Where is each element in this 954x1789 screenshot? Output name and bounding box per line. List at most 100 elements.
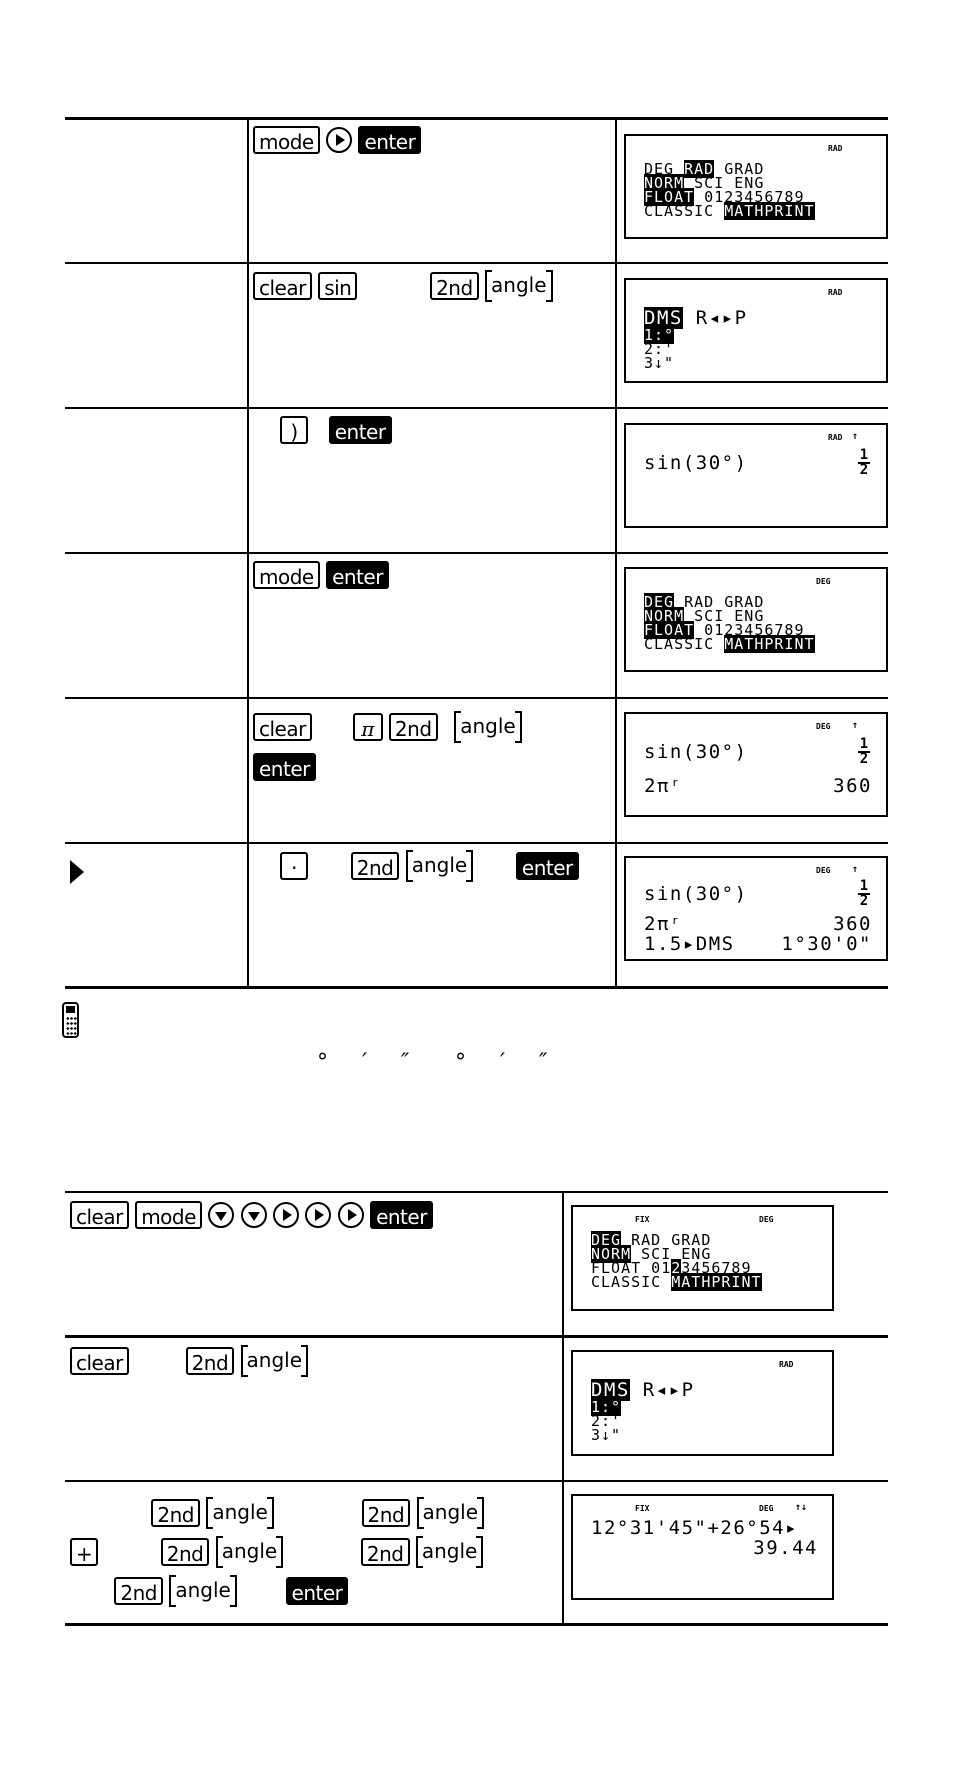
- expression: sin(30°): [644, 741, 748, 763]
- expression: sin(30°): [644, 883, 748, 905]
- result: 360: [833, 775, 872, 797]
- minute-symbol: ′: [362, 1050, 367, 1075]
- enter-key: enter: [253, 752, 316, 781]
- mode-key: mode: [253, 560, 320, 589]
- right-arrow-key-icon: [337, 1201, 364, 1228]
- 2nd-key: 2nd: [151, 1498, 200, 1527]
- enter-key: enter: [358, 125, 422, 154]
- result-fraction: 12: [858, 447, 870, 478]
- 2nd-key: 2nd: [361, 1498, 411, 1527]
- screen-line: CLASSIC MATHPRINT: [644, 202, 815, 220]
- second-symbol: ″: [539, 1050, 548, 1075]
- result-fraction: 12: [858, 878, 870, 909]
- angle-mode-indicator: DEG: [816, 722, 831, 731]
- scroll-up-indicator: ↑: [852, 864, 859, 875]
- mode-key: mode: [253, 125, 320, 154]
- angle-key: angle: [206, 1496, 274, 1529]
- 2nd-key: 2nd: [160, 1537, 210, 1566]
- angle-key: angle: [215, 1535, 284, 1568]
- keystroke-sequence: ) enter: [280, 415, 392, 444]
- calculator-screen: RAD DEG RAD GRAD NORM SCI ENG FLOAT 0123…: [624, 134, 888, 239]
- screen-line: CLASSIC MATHPRINT: [644, 635, 815, 653]
- angle-key: angle: [416, 1496, 485, 1529]
- screen-line: CLASSIC MATHPRINT: [591, 1273, 762, 1291]
- calculator-screen: FIX DEG ↑↓ 12°31'45"+26°54▸ 39.44: [571, 1494, 834, 1600]
- clear-key: clear: [253, 712, 312, 741]
- continued-marker-icon: [70, 860, 84, 884]
- second-symbol: ″: [401, 1050, 410, 1075]
- result: 1°30'0": [781, 933, 872, 955]
- right-arrow-key-icon: [326, 126, 353, 153]
- keystroke-sequence: 2nd angle 2nd angle + 2nd angle 2nd angl…: [70, 1492, 485, 1609]
- enter-key: enter: [370, 1200, 433, 1229]
- 2nd-key: 2nd: [185, 1347, 235, 1375]
- angle-mode-indicator: DEG: [759, 1504, 774, 1513]
- minute-symbol: ′: [500, 1050, 505, 1075]
- mode-key: mode: [135, 1200, 202, 1229]
- result: 39.44: [753, 1537, 818, 1559]
- angle-mode-indicator: RAD: [828, 288, 843, 297]
- expression: sin(30°): [644, 452, 748, 474]
- table-2-top-rule: [65, 1191, 888, 1193]
- angle-key: angle: [169, 1574, 237, 1607]
- angle-key: angle: [240, 1345, 309, 1377]
- enter-key: enter: [328, 415, 392, 444]
- 2nd-key: 2nd: [350, 852, 400, 880]
- scroll-up-indicator: ↑: [852, 720, 859, 731]
- down-arrow-key-icon: [240, 1201, 267, 1228]
- clear-key: clear: [70, 1200, 129, 1229]
- result-fraction: 12: [858, 736, 870, 767]
- expression: 1.5▸DMS: [644, 933, 735, 955]
- close-paren-key: ): [280, 415, 308, 444]
- plus-key: +: [70, 1537, 98, 1566]
- pi-key: π: [352, 712, 383, 741]
- down-arrow-key-icon: [208, 1201, 235, 1228]
- row-divider: [65, 1335, 888, 1338]
- right-arrow-key-icon: [305, 1201, 332, 1228]
- scroll-indicator: ↑↓: [795, 1502, 808, 1513]
- column-divider: [247, 118, 249, 988]
- calculator-screen: DEG ↑ sin(30°) 12 2πʳ 360: [624, 712, 888, 817]
- calculator-screen: DEG DEG RAD GRAD NORM SCI ENG FLOAT 0123…: [624, 567, 888, 672]
- calculator-screen: RAD ↑ sin(30°) 12: [624, 423, 888, 528]
- angle-mode-indicator: DEG: [759, 1215, 774, 1224]
- result: 360: [833, 913, 872, 935]
- degree-symbol: °: [317, 1050, 328, 1075]
- angle-menu-tabs: DMS R◂▸P: [644, 307, 748, 329]
- dms-symbols: ° ′ ″: [455, 1050, 547, 1075]
- keystroke-sequence: clear mode enter: [70, 1200, 433, 1229]
- sin-key: sin: [318, 272, 358, 300]
- keystroke-sequence: · 2nd angle enter: [280, 850, 579, 882]
- angle-key: angle: [485, 270, 553, 302]
- enter-key: enter: [515, 852, 579, 880]
- angle-key: angle: [454, 710, 522, 743]
- calculator-screen: DEG ↑ sin(30°) 12 2πʳ 360 1.5▸DMS 1°30'0…: [624, 856, 888, 961]
- calculator-screen: RAD DMS R◂▸P 1:° 2:' 3↓": [624, 278, 888, 383]
- expression: 2πʳ: [644, 913, 683, 935]
- row-divider: [65, 697, 888, 699]
- 2nd-key: 2nd: [360, 1537, 410, 1566]
- column-divider: [615, 118, 617, 988]
- 2nd-key: 2nd: [430, 272, 479, 300]
- dms-symbols: ° ′ ″: [317, 1050, 409, 1075]
- table-1-top-rule: [65, 117, 888, 120]
- angle-menu-tabs: DMS R◂▸P: [591, 1379, 695, 1401]
- menu-item-second: 3↓": [644, 354, 675, 372]
- expression: 12°31'45"+26°54▸: [591, 1517, 799, 1539]
- expression: 2πʳ: [644, 775, 683, 797]
- clear-key: clear: [253, 272, 312, 300]
- decimal-point-key: ·: [280, 852, 308, 880]
- angle-mode-indicator: RAD: [828, 433, 843, 442]
- keystroke-sequence: clear 2nd angle: [70, 1345, 309, 1377]
- keystroke-sequence: clear sin 2nd angle: [253, 270, 553, 302]
- angle-key: angle: [415, 1535, 484, 1568]
- angle-mode-indicator: RAD: [828, 144, 843, 153]
- clear-key: clear: [70, 1347, 129, 1375]
- right-arrow-key-icon: [273, 1201, 299, 1228]
- angle-mode-indicator: DEG: [816, 577, 831, 586]
- enter-key: enter: [285, 1576, 349, 1605]
- calculator-screen: FIX DEG DEG RAD GRAD NORM SCI ENG FLOAT …: [571, 1205, 834, 1311]
- keystroke-sequence: clear π 2nd angle enter: [253, 705, 603, 785]
- fix-indicator: FIX: [635, 1504, 650, 1513]
- row-divider: [65, 552, 888, 554]
